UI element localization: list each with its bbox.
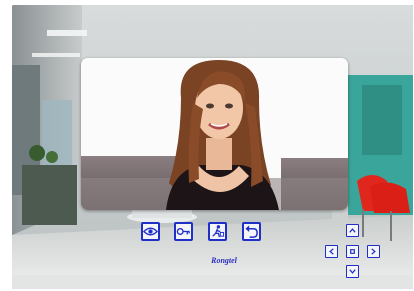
intercom-screen: Rongtel <box>12 5 413 289</box>
chevron-up-icon <box>349 228 356 233</box>
back-button[interactable] <box>242 222 261 241</box>
nav-right-button[interactable] <box>367 245 380 258</box>
video-feed-panel <box>81 58 348 210</box>
back-arrow-icon <box>245 225 258 238</box>
brand-logo-text: Rongtel <box>211 256 237 265</box>
nav-center-button[interactable] <box>346 245 359 258</box>
monitor-button[interactable] <box>141 222 160 241</box>
nav-left-button[interactable] <box>325 245 338 258</box>
open-door-button[interactable] <box>208 222 227 241</box>
unlock-key-button[interactable] <box>174 222 193 241</box>
key-icon <box>176 228 190 235</box>
nav-down-button[interactable] <box>346 265 359 278</box>
chevron-down-icon <box>349 269 356 274</box>
eye-icon <box>143 227 158 236</box>
chevron-right-icon <box>371 248 376 255</box>
caller-portrait-image <box>81 58 348 210</box>
nav-up-button[interactable] <box>346 224 359 237</box>
center-square-icon <box>350 249 355 254</box>
chevron-left-icon <box>329 248 334 255</box>
unlock-person-icon <box>212 225 225 238</box>
